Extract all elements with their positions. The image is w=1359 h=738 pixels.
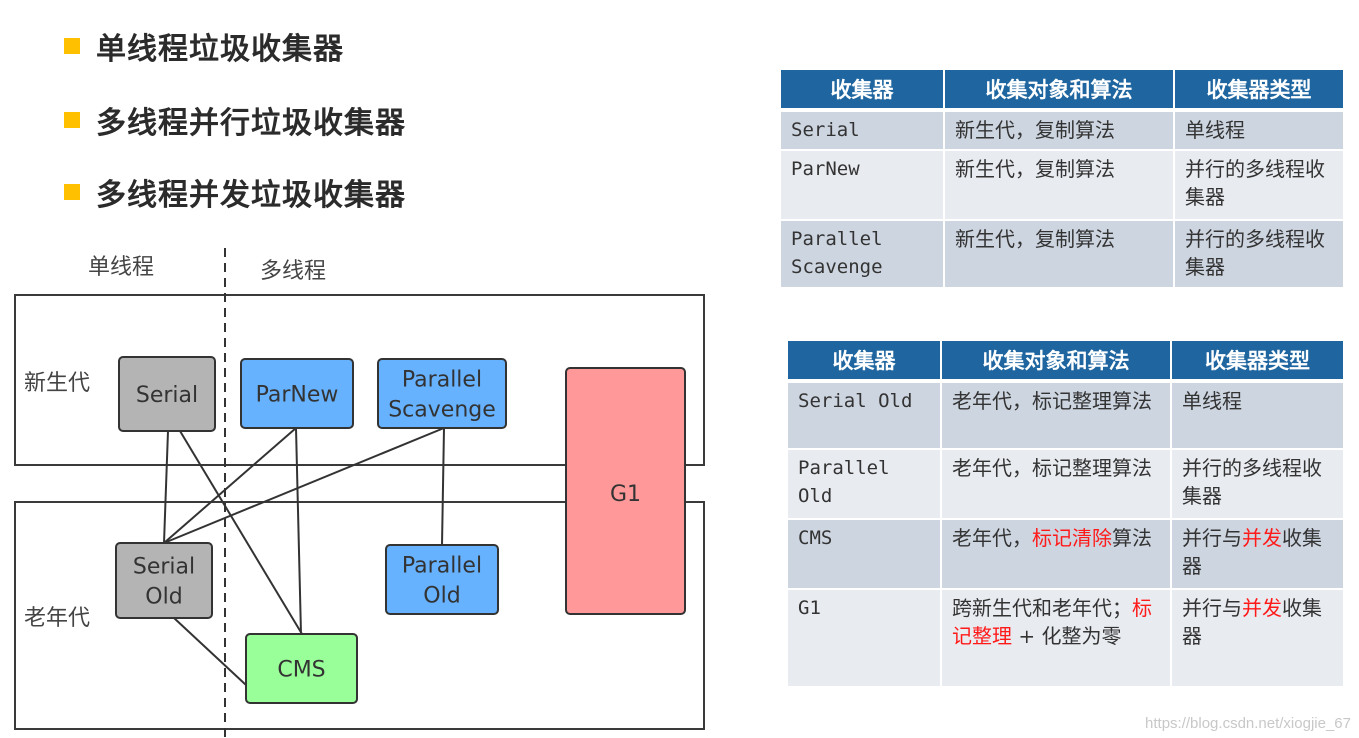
- edge-parallel-scavenge-to-parallel-old: [441, 427, 445, 546]
- node-serial: Serial: [118, 356, 216, 432]
- cell-target-algorithm: 跨新生代和老年代；标记整理 + 化整为零: [940, 589, 1172, 688]
- header-target-algorithm: 收集对象和算法: [940, 341, 1172, 383]
- table-row: CMS 老年代，标记清除算法 并行与并发收集器: [786, 519, 1345, 590]
- table-row: Parallel Old 老年代，标记整理算法 并行的多线程收集器: [786, 449, 1345, 520]
- table-row: Serial Old 老年代，标记整理算法 单线程: [786, 381, 1345, 450]
- cell-text: 跨新生代和老年代；: [952, 596, 1132, 620]
- header-target-algorithm: 收集对象和算法: [943, 70, 1175, 112]
- cell-collector-type: 并行与并发收集器: [1170, 589, 1345, 688]
- cell-text: 并行的多线程收集器: [1185, 227, 1325, 279]
- column-label-multi: 多线程: [260, 259, 326, 284]
- table-row: G1 跨新生代和老年代；标记整理 + 化整为零 并行与并发收集器: [786, 589, 1345, 688]
- node-parallel-old: Parallel Old: [385, 544, 499, 615]
- cell-collector-type: 并行的多线程收集器: [1170, 449, 1345, 520]
- highlighted-text: 并发: [1242, 526, 1282, 550]
- bullet-single-thread: 单线程垃圾收集器: [64, 24, 344, 68]
- old-gen-collector-table: 收集器 收集对象和算法 收集器类型 Serial Old 老年代，标记整理算法 单线…: [786, 341, 1345, 688]
- cell-collector: Serial Old: [786, 381, 942, 450]
- highlighted-text: 标记清除: [1032, 526, 1112, 550]
- node-label: Scavenge: [388, 398, 496, 423]
- cell-target-algorithm: 老年代，标记清除算法: [940, 519, 1172, 590]
- watermark: https://blog.csdn.net/xiogjie_67: [1145, 715, 1351, 732]
- bullet-multi-concurrent: 多线程并发垃圾收集器: [64, 170, 406, 214]
- region-label-old: 老年代: [24, 606, 90, 631]
- node-label: Parallel: [402, 368, 482, 393]
- cell-collector: Parallel Old: [786, 449, 942, 520]
- table-row: Serial 新生代，复制算法 单线程: [779, 110, 1345, 151]
- cell-collector: Parallel Scavenge: [779, 220, 945, 289]
- table-row: Parallel Scavenge 新生代，复制算法 并行的多线程收集器: [779, 220, 1345, 289]
- cell-text: 算法: [1112, 526, 1152, 550]
- edge-serial-old-to-cms: [173, 617, 247, 686]
- node-label: Old: [145, 585, 182, 610]
- cell-text: 新生代，复制算法: [955, 157, 1115, 181]
- bullet-square-icon: [64, 38, 80, 54]
- node-label: ParNew: [256, 383, 339, 408]
- gc-collector-diagram: 单线程 多线程 新生代 老年代 Serial ParNew Parallel Scav…: [14, 248, 705, 738]
- table-header-row: 收集器 收集对象和算法 收集器类型: [786, 341, 1345, 383]
- column-label-single: 单线程: [88, 255, 154, 280]
- cell-text: 老年代，标记整理算法: [952, 456, 1152, 480]
- cell-collector: Serial: [779, 110, 945, 151]
- bullet-text: 单线程垃圾收集器: [96, 32, 344, 67]
- cell-collector: ParNew: [779, 150, 945, 221]
- cell-text: 新生代，复制算法: [955, 227, 1115, 251]
- header-collector-type: 收集器类型: [1170, 341, 1345, 383]
- cell-collector-type: 单线程: [1170, 381, 1345, 450]
- cell-text: 并行的多线程收集器: [1185, 157, 1325, 209]
- highlighted-text: 并发: [1242, 596, 1282, 620]
- node-label: Parallel: [402, 554, 482, 579]
- cell-target-algorithm: 新生代，复制算法: [943, 110, 1175, 151]
- cell-target-algorithm: 老年代，标记整理算法: [940, 381, 1172, 450]
- cell-target-algorithm: 新生代，复制算法: [943, 220, 1175, 289]
- cell-collector-type: 并行的多线程收集器: [1173, 150, 1345, 221]
- header-collector: 收集器: [779, 70, 945, 112]
- bullet-text: 多线程并行垃圾收集器: [96, 106, 406, 141]
- table-row: ParNew 新生代，复制算法 并行的多线程收集器: [779, 150, 1345, 221]
- bullet-text: 多线程并发垃圾收集器: [96, 178, 406, 213]
- cell-text: 并行与: [1182, 526, 1242, 550]
- node-parnew: ParNew: [240, 358, 354, 429]
- cell-text: 新生代，复制算法: [955, 118, 1115, 142]
- node-label: Old: [423, 584, 460, 609]
- node-label: Serial: [136, 383, 198, 408]
- cell-text: 单线程: [1185, 118, 1245, 142]
- cell-text: 并行与: [1182, 596, 1242, 620]
- cell-collector: G1: [786, 589, 942, 688]
- cell-collector-type: 并行的多线程收集器: [1173, 220, 1345, 289]
- cell-text: 老年代，: [952, 526, 1032, 550]
- node-label: CMS: [277, 658, 325, 683]
- bullet-square-icon: [64, 112, 80, 128]
- cell-text: 老年代，标记整理算法: [952, 389, 1152, 413]
- cell-collector: CMS: [786, 519, 942, 590]
- node-g1: G1: [565, 367, 686, 615]
- bullet-square-icon: [64, 184, 80, 200]
- cell-target-algorithm: 新生代，复制算法: [943, 150, 1175, 221]
- young-gen-collector-table: 收集器 收集对象和算法 收集器类型 Serial 新生代，复制算法 单线程 ParNe…: [779, 70, 1345, 289]
- cell-collector-type: 并行与并发收集器: [1170, 519, 1345, 590]
- cell-text: + 化整为零: [1012, 624, 1122, 648]
- table-header-row: 收集器 收集对象和算法 收集器类型: [779, 70, 1345, 112]
- header-collector-type: 收集器类型: [1173, 70, 1345, 112]
- header-collector: 收集器: [786, 341, 942, 383]
- node-label: Serial: [133, 555, 195, 580]
- node-label: G1: [610, 482, 641, 507]
- edge-parnew-to-cms: [295, 427, 302, 635]
- node-serial-old: Serial Old: [115, 542, 213, 619]
- node-cms: CMS: [245, 633, 358, 704]
- node-parallel-scavenge: Parallel Scavenge: [377, 358, 507, 429]
- cell-text: 并行的多线程收集器: [1182, 456, 1322, 508]
- edge-parallel-scavenge-to-serial-old: [163, 427, 445, 544]
- cell-collector-type: 单线程: [1173, 110, 1345, 151]
- edge-parnew-to-serial-old: [163, 427, 297, 544]
- cell-target-algorithm: 老年代，标记整理算法: [940, 449, 1172, 520]
- region-label-young: 新生代: [24, 371, 90, 396]
- edge-serial-to-serial-old: [163, 430, 169, 544]
- bullet-multi-parallel: 多线程并行垃圾收集器: [64, 98, 406, 142]
- cell-text: 单线程: [1182, 389, 1242, 413]
